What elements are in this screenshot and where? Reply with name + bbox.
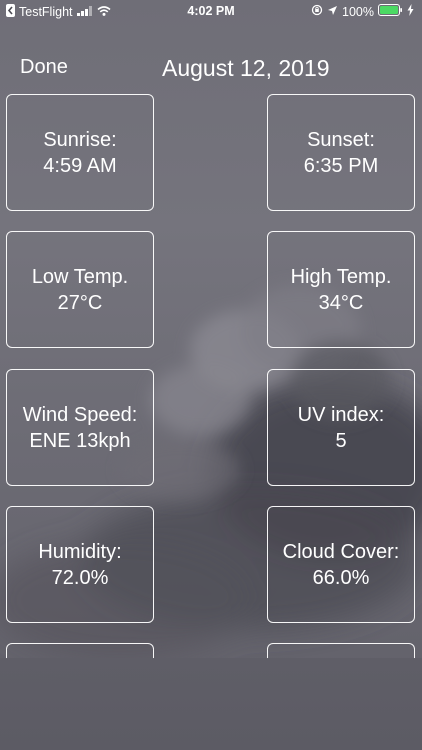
bottom-area	[0, 658, 422, 750]
tile-value: 5	[335, 429, 347, 452]
tile-value: 27°C	[57, 291, 103, 314]
tile-value: 66.0%	[312, 566, 370, 589]
tile-label: Humidity:	[38, 540, 122, 563]
partial-tile-right	[267, 643, 415, 659]
battery-icon	[378, 4, 403, 19]
tile-value: 4:59 AM	[43, 154, 117, 177]
wind-speed-tile: Wind Speed: ENE 13kph	[6, 369, 154, 486]
location-arrow-icon	[327, 5, 338, 19]
tile-label: Sunset:	[307, 128, 375, 151]
tile-label: UV index:	[297, 403, 385, 426]
tile-value: ENE 13kph	[29, 429, 131, 452]
partial-tile-left	[6, 643, 154, 659]
low-temp-tile: Low Temp. 27°C	[6, 231, 154, 348]
done-button[interactable]: Done	[20, 56, 68, 79]
humidity-tile: Humidity: 72.0%	[6, 506, 154, 623]
date-title: August 12, 2019	[162, 55, 330, 81]
sunset-tile: Sunset: 6:35 PM	[267, 94, 415, 211]
tile-label: Wind Speed:	[22, 403, 138, 426]
sunrise-tile: Sunrise: 4:59 AM	[6, 94, 154, 211]
status-right: 100%	[311, 4, 414, 19]
tile-value: 34°C	[318, 291, 364, 314]
high-temp-tile: High Temp. 34°C	[267, 231, 415, 348]
battery-percent: 100%	[342, 4, 374, 19]
tile-value: 6:35 PM	[303, 154, 379, 177]
orientation-lock-icon	[311, 4, 323, 19]
tile-label: Sunrise:	[43, 128, 117, 151]
header: Done August 12, 2019	[0, 52, 422, 84]
tile-value: 72.0%	[51, 566, 109, 589]
charging-bolt-icon	[407, 4, 414, 19]
tile-label: Low Temp.	[31, 265, 129, 288]
uv-index-tile: UV index: 5	[267, 369, 415, 486]
cloud-cover-tile: Cloud Cover: 66.0%	[267, 506, 415, 623]
status-bar: TestFlight 4:02 PM 100%	[0, 0, 422, 22]
tile-label: High Temp.	[290, 265, 392, 288]
tile-label: Cloud Cover:	[282, 540, 400, 563]
